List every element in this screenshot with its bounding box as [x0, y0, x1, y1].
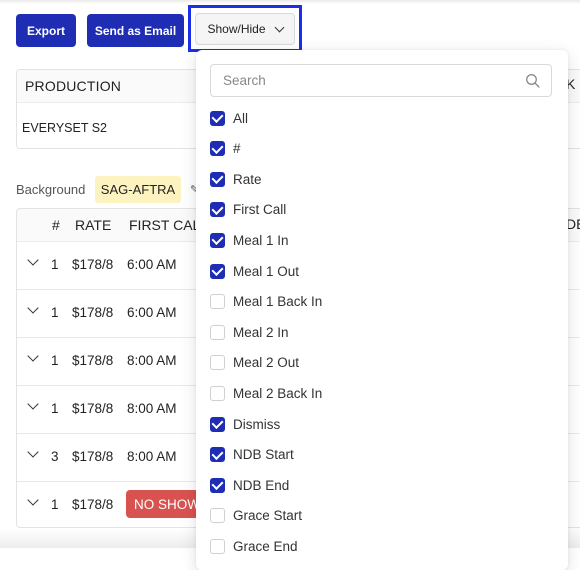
column-option-meal-1-back-in[interactable]: Meal 1 Back In — [210, 291, 322, 313]
checkbox-unchecked[interactable] — [210, 294, 225, 310]
checkbox-checked[interactable] — [210, 447, 225, 463]
column-option-dismiss[interactable]: Dismiss — [210, 413, 280, 435]
cell-rate: $178/8 — [72, 449, 114, 464]
column-option-meal-2-out[interactable]: Meal 2 Out — [210, 352, 299, 374]
cell-count: 3 — [51, 449, 59, 464]
export-button[interactable]: Export — [16, 14, 76, 47]
column-option-label: All — [233, 110, 249, 126]
cell-count: 1 — [51, 497, 59, 512]
cell-rate: $178/8 — [72, 305, 114, 320]
checkbox-checked[interactable] — [210, 141, 225, 157]
top-shadow — [0, 0, 580, 4]
column-option-first-call[interactable]: First Call — [210, 199, 286, 221]
show-hide-dropdown: All # Rate First Call Meal 1 In Meal 1 Out Mea… — [196, 50, 568, 570]
column-option-ndb-start[interactable]: NDB Start — [210, 444, 294, 466]
show-hide-button[interactable]: Show/Hide — [195, 13, 295, 45]
expand-chevron-icon[interactable] — [27, 350, 39, 362]
column-option-meal-2-back-in[interactable]: Meal 2 Back In — [210, 382, 322, 404]
column-header-rate[interactable]: RATE — [75, 217, 111, 233]
cell-count: 1 — [51, 401, 59, 416]
checkbox-unchecked[interactable] — [210, 355, 225, 371]
checkbox-checked[interactable] — [210, 171, 225, 187]
group-label: Background — [16, 182, 86, 197]
checkbox-checked[interactable] — [210, 202, 225, 218]
column-search-input[interactable] — [221, 72, 515, 89]
cell-count: 1 — [51, 257, 59, 272]
column-option-label: NDB Start — [233, 447, 294, 463]
cell-first-call: 8:00 AM — [127, 449, 177, 464]
cell-first-call: 8:00 AM — [127, 353, 177, 368]
column-option-label: Meal 2 Back In — [233, 385, 323, 401]
search-icon — [526, 74, 540, 88]
cell-first-call: 8:00 AM — [127, 401, 177, 416]
show-hide-label: Show/Hide — [207, 22, 266, 36]
checkbox-checked[interactable] — [210, 232, 225, 248]
column-option-meal-2-in[interactable]: Meal 2 In — [210, 321, 289, 343]
cell-count: 1 — [51, 353, 59, 368]
column-option-label: Meal 2 In — [233, 324, 289, 340]
column-option-label: Meal 2 Out — [233, 355, 300, 371]
column-option-label: First Call — [233, 202, 287, 218]
column-header-first-call[interactable]: FIRST CAL — [129, 217, 200, 233]
cell-rate: $178/8 — [72, 497, 114, 512]
column-option-label: NDB End — [233, 477, 290, 493]
column-option-label: Grace Start — [233, 508, 303, 524]
checkbox-unchecked[interactable] — [210, 508, 225, 524]
column-option-count[interactable]: # — [210, 138, 241, 160]
expand-chevron-icon[interactable] — [27, 254, 39, 266]
column-option-rate[interactable]: Rate — [210, 168, 262, 190]
cell-count: 1 — [51, 305, 59, 320]
no-show-status-badge: NO SHOW — [126, 490, 206, 518]
partial-column-header: DE — [566, 216, 580, 232]
cell-rate: $178/8 — [72, 257, 114, 272]
column-option-label: Meal 1 Out — [233, 263, 300, 279]
send-as-email-button[interactable]: Send as Email — [87, 14, 184, 47]
checkbox-checked[interactable] — [210, 416, 225, 432]
checkbox-checked[interactable] — [210, 263, 225, 279]
column-option-label: Grace End — [233, 538, 298, 554]
column-option-all[interactable]: All — [210, 107, 248, 129]
checkbox-unchecked[interactable] — [210, 538, 225, 554]
checkbox-checked[interactable] — [210, 477, 225, 493]
column-option-grace-start[interactable]: Grace Start — [210, 505, 302, 527]
showhide-highlight: Show/Hide — [188, 5, 302, 52]
cell-rate: $178/8 — [72, 353, 114, 368]
column-option-label: # — [233, 141, 241, 157]
expand-chevron-icon[interactable] — [27, 302, 39, 314]
checkbox-checked[interactable] — [210, 110, 225, 126]
union-badge: SAG-AFTRA — [95, 176, 181, 203]
cell-first-call: 6:00 AM — [127, 305, 177, 320]
column-option-ndb-end[interactable]: NDB End — [210, 474, 289, 496]
column-option-meal-1-out[interactable]: Meal 1 Out — [210, 260, 299, 282]
column-option-grace-end[interactable]: Grace End — [210, 535, 298, 557]
column-search-box[interactable] — [210, 64, 552, 97]
column-option-label: Meal 1 In — [233, 232, 289, 248]
expand-chevron-icon[interactable] — [27, 446, 39, 458]
column-option-meal-1-in[interactable]: Meal 1 In — [210, 229, 289, 251]
column-header-count[interactable]: # — [52, 217, 60, 233]
checkbox-unchecked[interactable] — [210, 385, 225, 401]
column-option-label: Dismiss — [233, 416, 281, 432]
cell-rate: $178/8 — [72, 401, 114, 416]
expand-chevron-icon[interactable] — [27, 398, 39, 410]
column-option-label: Meal 1 Back In — [233, 294, 323, 310]
column-option-label: Rate — [233, 171, 262, 187]
expand-chevron-icon[interactable] — [27, 494, 39, 506]
chevron-down-icon — [274, 22, 284, 32]
cell-first-call: 6:00 AM — [127, 257, 177, 272]
checkbox-unchecked[interactable] — [210, 324, 225, 340]
